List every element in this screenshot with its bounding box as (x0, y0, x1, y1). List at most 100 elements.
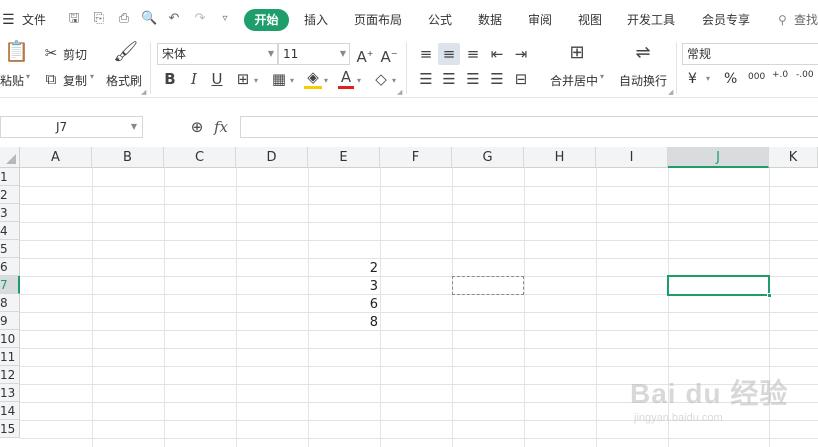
row-header-2[interactable]: 2 (0, 186, 20, 204)
row-header-9[interactable]: 9 (0, 312, 20, 330)
row-header-11[interactable]: 11 (0, 348, 20, 366)
cell-style-dropdown-icon[interactable]: ▾ (288, 72, 296, 90)
italic-icon[interactable]: I (186, 70, 202, 88)
row-header-13[interactable]: 13 (0, 384, 20, 402)
row-header-3[interactable]: 3 (0, 204, 20, 222)
row-header-6[interactable]: 6 (0, 258, 20, 276)
column-header-d[interactable]: D (236, 147, 308, 168)
merge-center-button[interactable]: 合并居中 (550, 72, 598, 89)
group-expand-icon[interactable]: ◢ (397, 88, 402, 96)
undo-icon[interactable]: ↶ (166, 11, 182, 27)
tab-page-layout[interactable]: 页面布局 (354, 10, 402, 30)
search-icon[interactable]: ⚲ (778, 10, 787, 30)
percent-button[interactable]: % (724, 71, 737, 87)
font-color-icon[interactable]: A (338, 68, 354, 89)
group-expand-icon[interactable]: ◢ (141, 88, 146, 96)
tab-view[interactable]: 视图 (578, 10, 602, 30)
bold-icon[interactable]: B (162, 70, 178, 88)
align-center-icon[interactable]: ☰ (440, 70, 458, 88)
paste-dropdown-icon[interactable]: ▾ (26, 72, 30, 81)
tab-review[interactable]: 审阅 (528, 10, 552, 30)
row-header-1[interactable]: 1 (0, 168, 20, 186)
column-header-c[interactable]: C (164, 147, 236, 168)
column-header-b[interactable]: B (92, 147, 164, 168)
print-icon[interactable]: ⎙ (116, 11, 132, 27)
menu-icon[interactable]: ☰ (2, 10, 15, 30)
formula-input[interactable] (240, 116, 818, 138)
row-header-7[interactable]: 7 (0, 276, 20, 294)
copy-button[interactable]: 复制 (63, 72, 87, 89)
paste-icon[interactable]: 📋 (4, 41, 29, 61)
tab-insert[interactable]: 插入 (304, 10, 328, 30)
align-left-icon[interactable]: ☰ (417, 70, 435, 88)
format-painter-icon[interactable]: 🖌 (113, 41, 138, 61)
currency-dropdown-icon[interactable]: ▾ (706, 74, 710, 83)
column-header-a[interactable]: A (20, 147, 92, 168)
decrease-decimal-button[interactable]: -.00 (796, 70, 814, 80)
fill-color-dropdown-icon[interactable]: ▾ (322, 72, 330, 90)
tab-developer[interactable]: 开发工具 (627, 10, 675, 30)
currency-button[interactable]: ¥ (688, 71, 697, 87)
column-header-k[interactable]: K (769, 147, 818, 168)
copy-dropdown-icon[interactable]: ▾ (90, 72, 94, 81)
cell-e9[interactable]: 8 (308, 314, 378, 332)
wrap-text-button[interactable]: 自动换行 (619, 72, 667, 89)
tab-home[interactable]: 开始 (244, 9, 289, 31)
row-header-14[interactable]: 14 (0, 402, 20, 420)
format-painter-button[interactable]: 格式刷 (106, 72, 142, 89)
font-name-select[interactable]: 宋体 ▼ (157, 43, 278, 65)
column-header-f[interactable]: F (380, 147, 452, 168)
align-bottom-icon[interactable]: ≡ (464, 45, 482, 63)
cell-e7[interactable]: 3 (308, 278, 378, 296)
zoom-formula-icon[interactable]: ⊕ (188, 118, 206, 136)
increase-indent-icon[interactable]: ⇥ (512, 45, 530, 63)
group-expand-icon[interactable]: ◢ (668, 88, 673, 96)
column-header-j[interactable]: J (668, 147, 769, 168)
cell-e8[interactable]: 6 (308, 296, 378, 314)
column-header-e[interactable]: E (308, 147, 380, 168)
row-header-8[interactable]: 8 (0, 294, 20, 312)
column-header-i[interactable]: I (596, 147, 668, 168)
copy-icon[interactable]: ⧉ (42, 70, 60, 88)
eraser-icon[interactable]: ◇ (372, 70, 390, 88)
thousands-button[interactable]: 000 (748, 72, 765, 82)
column-header-h[interactable]: H (524, 147, 596, 168)
underline-icon[interactable]: U (209, 70, 225, 88)
tab-member[interactable]: 会员专享 (702, 10, 750, 30)
search-label[interactable]: 查找 (794, 10, 818, 30)
distributed-icon[interactable]: ⊟ (512, 70, 530, 88)
name-box[interactable]: J7 ▼ (0, 116, 143, 138)
redo-icon[interactable]: ↷ (192, 11, 208, 27)
border-icon[interactable]: ⊞ (234, 70, 252, 88)
select-all-corner[interactable] (0, 147, 20, 168)
decrease-font-icon[interactable]: A− (380, 45, 398, 66)
print-preview-icon[interactable]: 🔍 (141, 11, 157, 27)
border-dropdown-icon[interactable]: ▾ (252, 72, 260, 90)
increase-decimal-button[interactable]: +.0 (772, 70, 788, 80)
row-header-4[interactable]: 4 (0, 222, 20, 240)
font-size-select[interactable]: 11 ▼ (278, 43, 350, 65)
align-right-icon[interactable]: ☰ (464, 70, 482, 88)
fx-button[interactable]: fx (214, 118, 228, 136)
cell-style-icon[interactable]: ▦ (270, 70, 288, 88)
output-icon[interactable]: ⎘ (91, 11, 107, 27)
customize-icon[interactable]: ▿ (217, 11, 233, 27)
increase-font-icon[interactable]: A+ (356, 45, 374, 66)
wrap-text-icon[interactable]: ⇌ (630, 44, 656, 62)
row-header-15[interactable]: 15 (0, 420, 20, 438)
fill-color-icon[interactable]: ◈ (304, 68, 322, 89)
cut-button[interactable]: 剪切 (63, 46, 87, 63)
justify-icon[interactable]: ☰ (488, 70, 506, 88)
active-cell-j7[interactable] (667, 275, 772, 298)
row-header-12[interactable]: 12 (0, 366, 20, 384)
cell-e6[interactable]: 2 (308, 260, 378, 278)
file-menu[interactable]: 文件 (22, 10, 46, 30)
cut-icon[interactable]: ✂ (42, 44, 60, 62)
merge-center-icon[interactable]: ⊞ (564, 44, 590, 62)
align-top-icon[interactable]: ≡ (417, 45, 435, 63)
row-header-10[interactable]: 10 (0, 330, 20, 348)
merge-dropdown-icon[interactable]: ▾ (600, 72, 604, 81)
save-icon[interactable]: 🖫 (66, 11, 82, 27)
tab-formulas[interactable]: 公式 (428, 10, 452, 30)
tab-data[interactable]: 数据 (478, 10, 502, 30)
